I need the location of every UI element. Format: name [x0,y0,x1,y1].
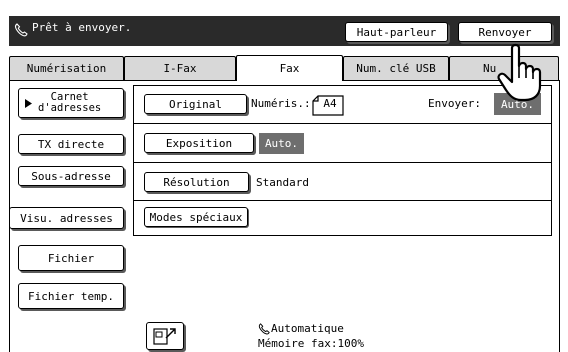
resend-button[interactable]: Renvoyer [458,22,552,42]
resolution-value: Standard [256,176,309,189]
quick-file-button[interactable]: Fichier temp. [18,283,124,309]
speaker-button[interactable]: Haut-parleur [345,22,448,42]
auto-receive-status: Automatique [258,322,344,335]
address-book-label: Carnet d'adresses [38,92,101,114]
triangle-right-icon [25,98,32,108]
hand-pointer-icon [497,43,542,102]
tab-ifax[interactable]: I-Fax [124,56,236,80]
document-arrow-icon [153,328,176,345]
phone-small-icon [258,322,270,334]
tab-usb-scan[interactable]: Num. clé USB [343,56,449,80]
fax-memory-status: Mémoire fax:100% [258,337,364,350]
auto-receive-text: Automatique [271,322,344,335]
original-button[interactable]: Original [144,94,247,114]
exposure-button[interactable]: Exposition [144,133,254,153]
sub-address-button[interactable]: Sous-adresse [18,166,124,186]
view-addresses-button[interactable]: Visu. adresses [9,207,124,229]
special-modes-button[interactable]: Modes spéciaux [144,207,248,227]
scan-size-value: A4 [323,97,337,110]
panel-separator [134,123,551,124]
exposure-value: Auto. [259,133,304,154]
address-book-button[interactable]: Carnet d'adresses [18,88,124,118]
address-book-label-line2: d'adresses [38,102,102,114]
frame-border-right [559,80,560,352]
panel-separator [134,200,551,201]
resolution-button[interactable]: Résolution [144,172,249,192]
scan-size-label: Numéris.: [251,97,311,110]
tab-scan[interactable]: Numérisation [9,56,124,80]
panel-separator [134,162,551,163]
send-size-label: Envoyer: [428,97,481,110]
document-action-button[interactable] [146,322,184,350]
direct-tx-button[interactable]: TX directe [18,134,124,154]
tab-fax[interactable]: Fax [236,55,343,81]
phone-icon [15,23,28,37]
status-message: Prêt à envoyer. [32,21,132,34]
file-button[interactable]: Fichier [18,245,124,271]
